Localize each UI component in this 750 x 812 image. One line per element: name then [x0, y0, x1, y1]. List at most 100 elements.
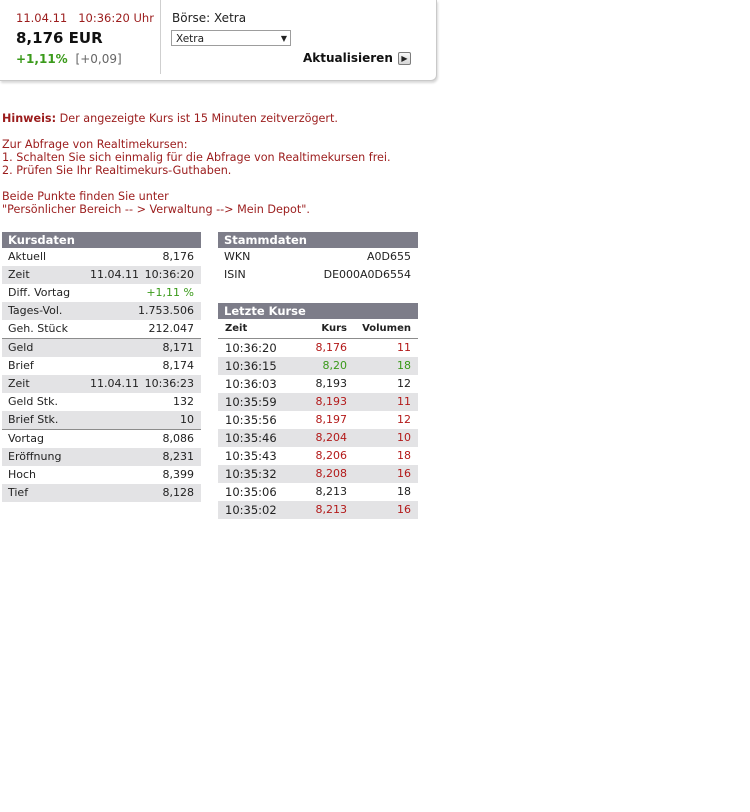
table-row: Zeit 11.04.11 10:36:20: [2, 266, 201, 284]
row-label: Geh. Stück: [8, 322, 68, 335]
row-label: Geld Stk.: [8, 395, 58, 408]
trade-time: 10:35:06: [225, 485, 277, 499]
table-row: Geld 8,171: [2, 338, 201, 357]
table-row: Vortag 8,086: [2, 429, 201, 448]
trade-volume: 16: [397, 503, 411, 516]
table-row: Brief 8,174: [2, 357, 201, 375]
quote-price: 8,176 EUR: [16, 29, 103, 47]
table-row: 10:36:15 8,20 18: [218, 357, 418, 375]
quote-summary: 11.04.11 10:36:20 Uhr 8,176 EUR +1,11% […: [0, 0, 161, 74]
table-row: 10:35:02 8,213 16: [218, 501, 418, 519]
table-row: Aktuell 8,176: [2, 248, 201, 266]
row-label: WKN: [224, 250, 251, 263]
quote-change-pct: +1,11%: [16, 52, 68, 66]
trade-price: 8,197: [315, 413, 348, 426]
trade-price: 8,206: [315, 449, 348, 462]
hint-line: Hinweis: Der angezeigte Kurs ist 15 Minu…: [2, 112, 432, 125]
trade-time: 10:36:03: [225, 377, 277, 391]
find-path: "Persönlicher Bereich -- > Verwaltung --…: [2, 203, 310, 216]
table-row: 10:36:03 8,193 12: [218, 375, 418, 393]
refresh-label[interactable]: Aktualisieren: [303, 51, 393, 65]
trade-price: 8,204: [315, 431, 348, 444]
table-row: ISIN DE000A0D6554: [218, 266, 418, 284]
refresh-button[interactable]: ▶: [398, 52, 411, 65]
row-label: ISIN: [224, 268, 246, 281]
table-row: Geld Stk. 132: [2, 393, 201, 411]
row-value: 8,176: [162, 250, 195, 263]
row-value: A0D655: [367, 250, 411, 263]
trade-price: 8,193: [315, 377, 348, 390]
row-label: Geld: [8, 341, 34, 354]
row-label: Tief: [8, 486, 29, 499]
row-value: 132: [173, 395, 194, 408]
trade-price: 8,208: [315, 467, 348, 480]
row-value: 8,128: [162, 486, 195, 499]
row-value: 10: [180, 413, 194, 426]
trade-time: 10:35:43: [225, 449, 277, 463]
hint-label: Hinweis:: [2, 112, 57, 125]
row-value: 8,174: [162, 359, 195, 372]
table-row: 10:35:43 8,206 18: [218, 447, 418, 465]
kursdaten-title: Kursdaten: [2, 232, 201, 248]
play-arrow-icon: ▶: [401, 54, 408, 63]
row-value: 10:36:20: [144, 268, 194, 281]
trade-volume: 12: [397, 413, 411, 426]
trade-volume: 12: [397, 377, 411, 390]
stammdaten-panel: Stammdaten WKN A0D655 ISIN DE000A0D6554: [218, 232, 418, 284]
row-label: Tages-Vol.: [8, 304, 63, 317]
quote-change-abs: [+0,09]: [75, 52, 122, 66]
row-value: 8,086: [162, 432, 195, 445]
row-label: Hoch: [8, 468, 37, 481]
row-label: Brief: [8, 359, 34, 372]
table-row: Brief Stk. 10: [2, 411, 201, 429]
table-row: WKN A0D655: [218, 248, 418, 266]
row-value: 8,231: [162, 450, 195, 463]
trade-price: 8,213: [315, 485, 348, 498]
quote-time: 10:36:20 Uhr: [78, 11, 154, 25]
find-intro: Beide Punkte finden Sie unter: [2, 190, 169, 203]
table-row: 10:36:20 8,176 11: [218, 339, 418, 357]
row-value: 8,399: [162, 468, 195, 481]
trade-volume: 18: [397, 359, 411, 372]
exchange-select[interactable]: Xetra ▼: [171, 30, 291, 46]
realtime-intro: Zur Abfrage von Realtimekursen:: [2, 138, 188, 151]
row-label: Brief Stk.: [8, 413, 59, 426]
row-value: DE000A0D6554: [323, 268, 411, 281]
letzte-kurse-header: Zeit Kurs Volumen: [218, 319, 418, 339]
trade-price: 8,193: [315, 395, 348, 408]
header-time: Zeit: [225, 323, 248, 334]
exchange-select-value: Xetra: [176, 33, 205, 45]
delay-notice: Hinweis: Der angezeigte Kurs ist 15 Minu…: [2, 112, 432, 216]
stammdaten-title: Stammdaten: [218, 232, 418, 248]
row-value: 8,171: [162, 341, 195, 354]
header-kurs: Kurs: [321, 323, 347, 334]
row-label: Aktuell: [8, 250, 47, 263]
trade-volume: 16: [397, 467, 411, 480]
exchange-label: Börse: Xetra: [172, 11, 247, 25]
quote-change: +1,11% [+0,09]: [16, 52, 122, 66]
trade-time: 10:35:46: [225, 431, 277, 445]
quote-date: 11.04.11: [16, 11, 68, 25]
chevron-down-icon: ▼: [280, 34, 287, 43]
row-value: 10:36:23: [144, 377, 194, 390]
trade-time: 10:36:15: [225, 359, 277, 373]
letzte-kurse-title: Letzte Kurse: [218, 303, 418, 319]
table-row: Tief 8,128: [2, 484, 201, 502]
trade-volume: 18: [397, 485, 411, 498]
table-row: Eröffnung 8,231: [2, 448, 201, 466]
trade-price: 8,213: [315, 503, 348, 516]
row-value: 1.753.506: [138, 304, 194, 317]
table-row: 10:35:56 8,197 12: [218, 411, 418, 429]
row-label: Zeit: [8, 268, 30, 281]
realtime-step-1: 1. Schalten Sie sich einmalig für die Ab…: [2, 151, 391, 164]
table-row: 10:35:59 8,193 11: [218, 393, 418, 411]
row-label: Diff. Vortag: [8, 286, 71, 299]
table-row: 10:35:32 8,208 16: [218, 465, 418, 483]
table-row: Tages-Vol. 1.753.506: [2, 302, 201, 320]
quote-box: 11.04.11 10:36:20 Uhr 8,176 EUR +1,11% […: [0, 0, 437, 81]
table-row: Geh. Stück 212.047: [2, 320, 201, 338]
realtime-step-2: 2. Prüfen Sie Ihr Realtimekurs-Guthaben.: [2, 164, 232, 177]
table-row: 10:35:06 8,213 18: [218, 483, 418, 501]
row-label: Vortag: [8, 432, 44, 445]
trade-volume: 11: [397, 395, 411, 408]
